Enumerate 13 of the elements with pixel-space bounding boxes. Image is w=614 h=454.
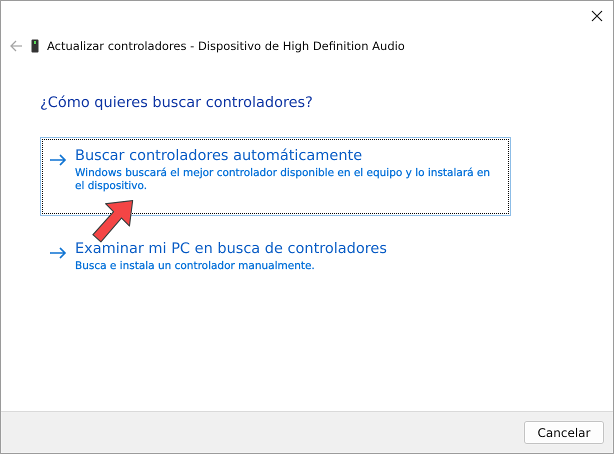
- cancel-button[interactable]: Cancelar: [524, 421, 604, 444]
- option-link[interactable]: Buscar controladores automáticamente Windows buscará el mejor controlador disponible en el equipo y lo instalará en el dispositivo.: [40, 137, 511, 216]
- page-heading: ¿Cómo quieres buscar controladores?: [40, 95, 314, 111]
- option-link[interactable]: Examinar mi PC en busca de controladores Busca e instala un controlador manualmente.: [40, 230, 511, 296]
- option-title: Examinar mi PC en busca de controladores: [75, 241, 387, 257]
- option-description: Windows buscará el mejor controlador disponible en el equipo y lo instalará en el dispositivo.: [75, 167, 492, 193]
- arrow-right-icon: [49, 247, 67, 259]
- close-icon[interactable]: [591, 10, 603, 22]
- device-icon: [31, 39, 39, 53]
- option-title: Buscar controladores automáticamente: [75, 148, 364, 164]
- window-title: Actualizar controladores - Dispositivo de High Definition Audio: [47, 39, 405, 53]
- option-description: Busca e instala un controlador manualmente.: [75, 260, 316, 273]
- arrow-right-icon: [49, 154, 67, 166]
